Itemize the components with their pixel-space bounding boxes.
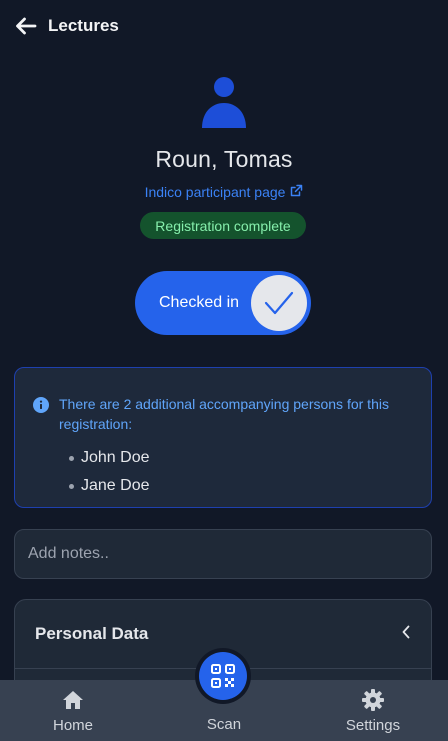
accompanying-persons-alert: There are 2 additional accompanying pers… — [14, 367, 432, 508]
accompanying-person: John Doe — [69, 444, 413, 472]
personal-data-title: Personal Data — [35, 624, 149, 643]
nav-home-label: Home — [52, 717, 93, 734]
home-icon — [61, 688, 85, 712]
participant-name: Roun, Tomas — [155, 146, 293, 172]
user-icon — [202, 76, 246, 130]
qr-code-icon — [199, 652, 247, 700]
page-title[interactable]: Lectures — [48, 16, 119, 36]
accompanying-person-list: John Doe Jane Doe — [33, 444, 413, 500]
indico-participant-link[interactable]: Indico participant page — [0, 184, 448, 200]
top-bar: Lectures — [14, 14, 119, 38]
gear-icon — [361, 688, 385, 712]
indico-link-label: Indico participant page — [144, 184, 286, 200]
back-arrow-icon[interactable] — [14, 14, 38, 38]
external-link-icon — [290, 184, 303, 200]
chevron-left-icon — [401, 625, 411, 644]
nav-settings[interactable]: Settings — [333, 680, 413, 741]
nav-scan-button[interactable] — [195, 648, 251, 704]
checkin-label: Checked in — [159, 294, 240, 311]
nav-settings-label: Settings — [345, 717, 401, 734]
checkin-knob — [251, 275, 307, 331]
registration-status-badge: Registration complete — [140, 212, 306, 239]
nav-scan-label[interactable]: Scan — [189, 716, 259, 733]
accompanying-message: There are 2 additional accompanying pers… — [59, 396, 389, 432]
nav-home[interactable]: Home — [38, 680, 108, 741]
notes-input[interactable] — [14, 529, 432, 579]
checkin-toggle[interactable]: Checked in — [135, 271, 311, 335]
check-icon — [264, 291, 294, 315]
info-icon — [33, 397, 49, 413]
participant-page: Lectures Roun, Tomas Indico participant … — [0, 0, 448, 741]
accompanying-person: Jane Doe — [69, 472, 413, 500]
